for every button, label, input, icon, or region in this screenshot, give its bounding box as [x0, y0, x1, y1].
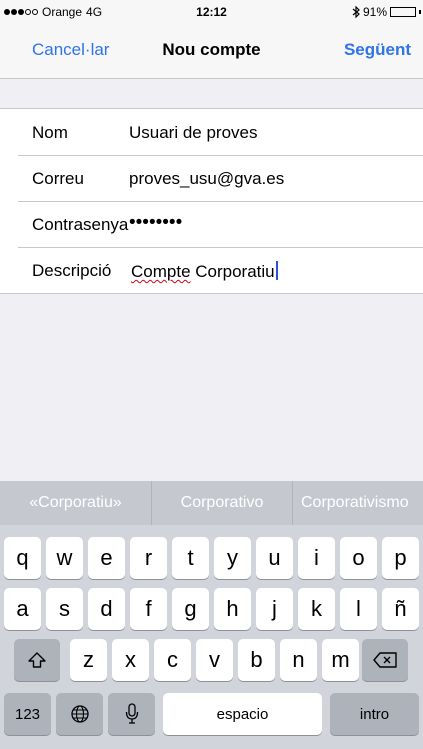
shift-icon: [28, 652, 46, 668]
key-n[interactable]: n: [280, 639, 317, 681]
name-field[interactable]: Usuari de proves: [129, 123, 258, 143]
battery-percent: 91%: [362, 5, 387, 19]
space-key[interactable]: espacio: [163, 693, 322, 735]
account-form: Nom Usuari de proves Correu proves_usu@g…: [0, 108, 423, 294]
key-w[interactable]: w: [46, 537, 83, 579]
cancel-button[interactable]: Cancel·lar: [32, 40, 109, 60]
description-word: Corporatiu: [190, 262, 275, 281]
key-d[interactable]: d: [88, 588, 125, 630]
key-s[interactable]: s: [46, 588, 83, 630]
globe-icon: [70, 705, 89, 723]
globe-key[interactable]: [56, 693, 103, 735]
description-row[interactable]: Descripció Compte Corporatiu: [0, 247, 423, 293]
key-k[interactable]: k: [298, 588, 335, 630]
status-right: 91%: [352, 5, 421, 19]
description-field[interactable]: Compte Corporatiu: [131, 261, 278, 282]
keyboard: 123 espacio intro qwertyuiop asdfghjklñ zx…: [0, 525, 423, 749]
key-j[interactable]: j: [256, 588, 293, 630]
key-f[interactable]: f: [130, 588, 167, 630]
key-o[interactable]: o: [340, 537, 377, 579]
text-cursor: [275, 261, 278, 280]
key-i[interactable]: i: [298, 537, 335, 579]
key-v[interactable]: v: [196, 639, 233, 681]
key-l[interactable]: l: [340, 588, 377, 630]
key-z[interactable]: z: [70, 639, 107, 681]
key-b[interactable]: b: [238, 639, 275, 681]
key-g[interactable]: g: [172, 588, 209, 630]
return-key[interactable]: intro: [330, 693, 419, 735]
password-row[interactable]: Contrasenya ••••••••: [0, 201, 423, 247]
numbers-key[interactable]: 123: [4, 693, 51, 735]
email-row[interactable]: Correu proves_usu@gva.es: [0, 155, 423, 201]
key-h[interactable]: h: [214, 588, 251, 630]
email-label: Correu: [32, 169, 84, 188]
email-field[interactable]: proves_usu@gva.es: [129, 169, 284, 189]
shift-key[interactable]: [14, 639, 60, 681]
password-label: Contrasenya: [32, 215, 129, 234]
suggestion-item[interactable]: Corporativismo: [292, 481, 423, 525]
predictive-text-bar: «Corporatiu» Corporativo Corporativismo: [0, 481, 423, 525]
battery-cap: [419, 10, 421, 14]
password-field[interactable]: ••••••••: [129, 212, 182, 234]
key-e[interactable]: e: [88, 537, 125, 579]
backspace-icon: [373, 652, 397, 668]
microphone-icon: [125, 703, 138, 724]
name-label: Nom: [32, 123, 68, 142]
name-row[interactable]: Nom Usuari de proves: [0, 109, 423, 155]
key-y[interactable]: y: [214, 537, 251, 579]
description-label: Descripció: [32, 261, 112, 280]
microphone-key[interactable]: [108, 693, 155, 735]
navigation-bar: Cancel·lar Nou compte Següent: [0, 24, 423, 79]
misspelled-word: Compte: [131, 262, 191, 281]
suggestion-item[interactable]: «Corporatiu»: [0, 481, 151, 525]
key-r[interactable]: r: [130, 537, 167, 579]
key-u[interactable]: u: [256, 537, 293, 579]
status-bar: Orange 4G 12:12 91%: [0, 0, 423, 24]
suggestion-item[interactable]: Corporativo: [151, 481, 292, 525]
key-t[interactable]: t: [172, 537, 209, 579]
key-ñ[interactable]: ñ: [382, 588, 419, 630]
key-a[interactable]: a: [4, 588, 41, 630]
key-p[interactable]: p: [382, 537, 419, 579]
bluetooth-icon: [352, 6, 360, 18]
key-q[interactable]: q: [4, 537, 41, 579]
next-button[interactable]: Següent: [344, 40, 411, 60]
key-c[interactable]: c: [154, 639, 191, 681]
backspace-key[interactable]: [362, 639, 408, 681]
key-m[interactable]: m: [322, 639, 359, 681]
key-x[interactable]: x: [112, 639, 149, 681]
battery-icon: [390, 7, 416, 17]
